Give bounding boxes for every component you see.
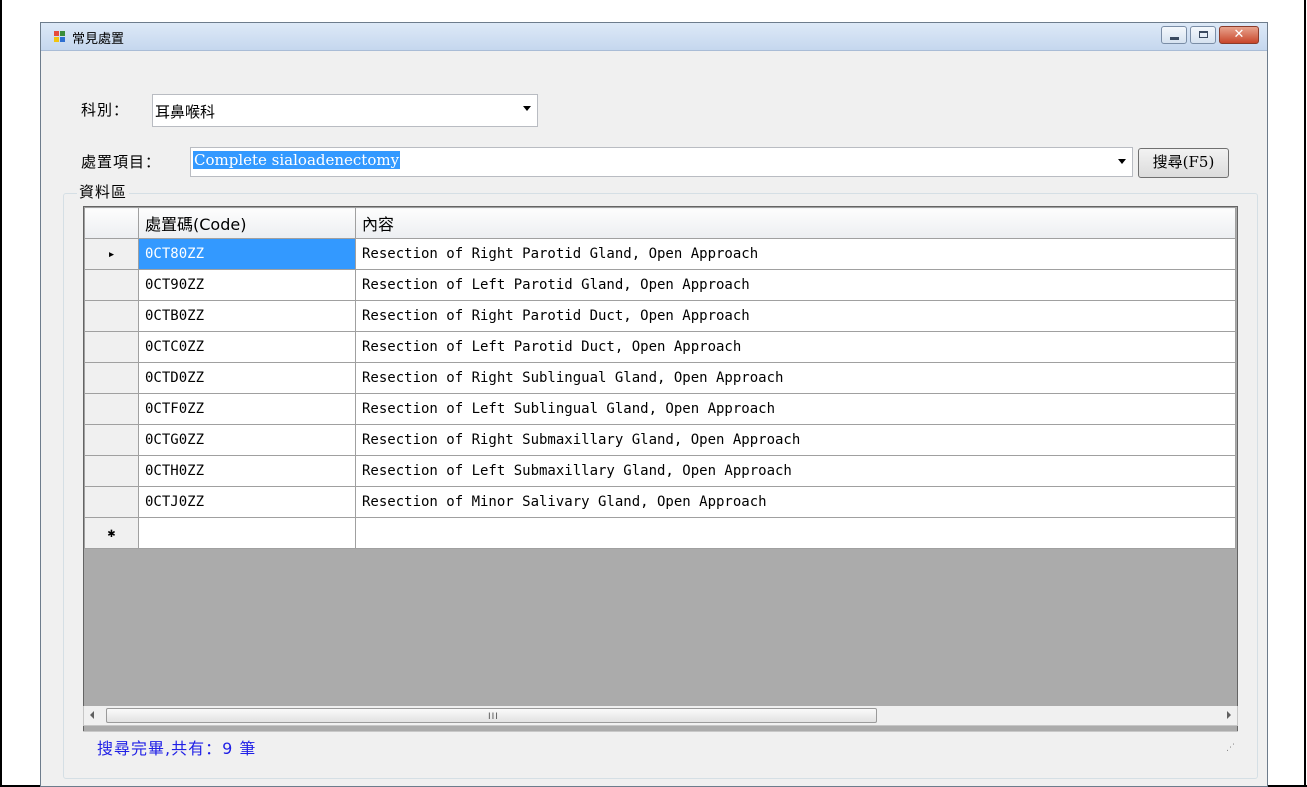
cell-code[interactable]: 0CTC0ZZ [138, 331, 356, 363]
table-row[interactable]: 0CTC0ZZ Resection of Left Parotid Duct, … [84, 331, 1236, 363]
row-header[interactable] [84, 455, 139, 487]
status-text: 搜尋完畢,共有：9 筆 [97, 739, 257, 758]
department-label: 科別： [81, 101, 130, 119]
procedure-grid[interactable]: 處置碼(Code) 內容 ▸ 0CT80ZZ Resection of Righ… [83, 206, 1238, 734]
table-row[interactable]: 0CTJ0ZZ Resection of Minor Salivary Glan… [84, 486, 1236, 518]
row-header[interactable] [84, 362, 139, 394]
row-header[interactable] [84, 300, 139, 332]
table-row[interactable]: 0CTB0ZZ Resection of Right Parotid Duct,… [84, 300, 1236, 332]
procedure-combobox[interactable]: Complete sialoadenectomy [190, 147, 1133, 177]
cell-content[interactable]: Resection of Right Sublingual Gland, Ope… [355, 362, 1236, 394]
row-header[interactable] [84, 269, 139, 301]
row-header[interactable] [84, 424, 139, 456]
minimize-icon [1170, 37, 1179, 40]
procedure-dialog: 常見處置 ✕ 科別： 耳鼻喉科 處置項目： Complete sialoaden… [40, 22, 1268, 787]
cell-code[interactable]: 0CT90ZZ [138, 269, 356, 301]
scroll-right-icon[interactable] [1227, 711, 1231, 719]
data-area-label: 資料區 [77, 181, 130, 202]
cell-code[interactable]: 0CT80ZZ [138, 238, 356, 270]
outer-frame-left [0, 0, 2, 787]
cell-content[interactable]: Resection of Left Parotid Gland, Open Ap… [355, 269, 1236, 301]
new-cell-content[interactable] [355, 517, 1236, 549]
scroll-left-icon[interactable] [90, 711, 94, 719]
maximize-button[interactable] [1190, 26, 1216, 44]
table-row[interactable]: 0CTH0ZZ Resection of Left Submaxillary G… [84, 455, 1236, 487]
cell-content[interactable]: Resection of Left Parotid Duct, Open App… [355, 331, 1236, 363]
cell-code[interactable]: 0CTB0ZZ [138, 300, 356, 332]
table-row[interactable]: 0CTG0ZZ Resection of Right Submaxillary … [84, 424, 1236, 456]
table-row[interactable]: 0CTF0ZZ Resection of Left Sublingual Gla… [84, 393, 1236, 425]
close-icon: ✕ [1233, 27, 1245, 42]
window-title: 常見處置 [72, 32, 125, 47]
maximize-icon [1199, 31, 1208, 38]
table-row[interactable]: 0CT90ZZ Resection of Left Parotid Gland,… [84, 269, 1236, 301]
column-header-code[interactable]: 處置碼(Code) [138, 207, 356, 239]
table-row[interactable]: 0CTD0ZZ Resection of Right Sublingual Gl… [84, 362, 1236, 394]
close-button[interactable]: ✕ [1219, 26, 1259, 44]
new-cell-code[interactable] [138, 517, 356, 549]
table-row[interactable]: ▸ 0CT80ZZ Resection of Right Parotid Gla… [84, 238, 1236, 270]
minimize-button[interactable] [1161, 26, 1187, 44]
title-bar: 常見處置 ✕ [41, 23, 1267, 51]
cell-code[interactable]: 0CTJ0ZZ [138, 486, 356, 518]
app-icon [54, 31, 66, 43]
caption-buttons: ✕ [1161, 26, 1259, 44]
row-header-corner [84, 207, 139, 239]
status-bar: 搜尋完畢,共有：9 筆 ⋰ [83, 731, 1238, 758]
cell-content[interactable]: Resection of Left Sublingual Gland, Open… [355, 393, 1236, 425]
chevron-down-icon [523, 106, 531, 111]
scroll-grip-icon: III [488, 712, 499, 722]
row-header[interactable] [84, 331, 139, 363]
cell-code[interactable]: 0CTG0ZZ [138, 424, 356, 456]
outer-frame-right [1304, 0, 1306, 787]
row-header[interactable] [84, 393, 139, 425]
cell-content[interactable]: Resection of Right Parotid Duct, Open Ap… [355, 300, 1236, 332]
column-header-content[interactable]: 內容 [355, 207, 1236, 239]
department-combobox[interactable]: 耳鼻喉科 [152, 94, 538, 127]
resize-grip-icon[interactable]: ⋰ [1226, 743, 1235, 753]
cell-content[interactable]: Resection of Minor Salivary Gland, Open … [355, 486, 1236, 518]
procedure-input-value[interactable]: Complete sialoadenectomy [193, 151, 401, 169]
search-button[interactable]: 搜尋(F5) [1138, 148, 1229, 178]
cell-code[interactable]: 0CTD0ZZ [138, 362, 356, 394]
row-header[interactable] [84, 486, 139, 518]
cell-code[interactable]: 0CTH0ZZ [138, 455, 356, 487]
chevron-down-icon[interactable] [1118, 159, 1126, 164]
background-app-strip [40, 0, 1280, 22]
grid-table: 處置碼(Code) 內容 ▸ 0CT80ZZ Resection of Righ… [84, 207, 1236, 549]
new-row-asterisk-icon: ✱ [84, 517, 139, 549]
cell-content[interactable]: Resection of Right Parotid Gland, Open A… [355, 238, 1236, 270]
department-value: 耳鼻喉科 [155, 103, 216, 121]
cell-code[interactable]: 0CTF0ZZ [138, 393, 356, 425]
procedure-label: 處置項目： [81, 153, 162, 171]
cell-content[interactable]: Resection of Right Submaxillary Gland, O… [355, 424, 1236, 456]
new-row[interactable]: ✱ [84, 517, 1236, 549]
cell-content[interactable]: Resection of Left Submaxillary Gland, Op… [355, 455, 1236, 487]
current-row-indicator-icon: ▸ [84, 238, 139, 270]
scroll-thumb[interactable]: III [106, 708, 877, 723]
horizontal-scrollbar[interactable]: III [83, 706, 1238, 726]
